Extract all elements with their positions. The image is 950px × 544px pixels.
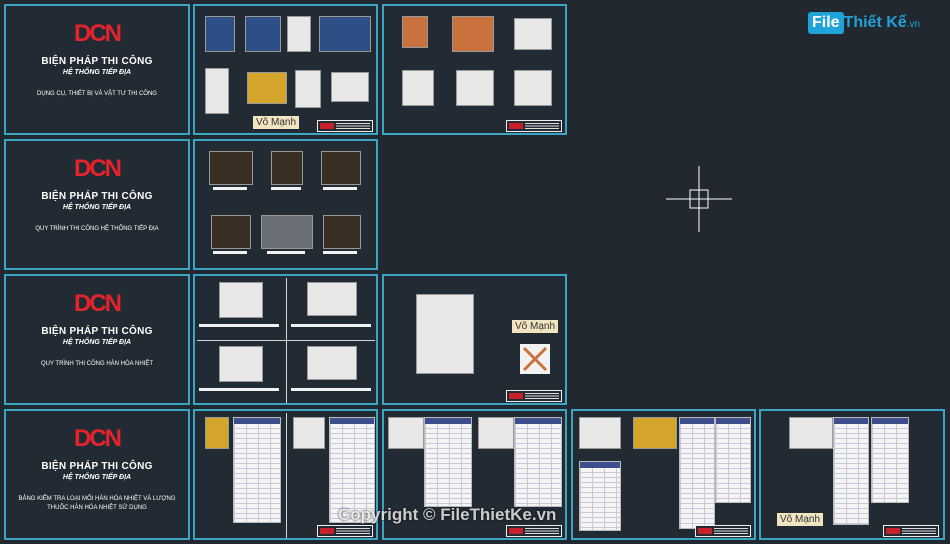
tool-photo [287,16,311,52]
copyright-watermark: Copyright © FileThietKe.vn [338,505,557,524]
sheet-title: BIỆN PHÁP THI CÔNG [41,326,153,337]
tool-photo [205,68,229,114]
weld-step-photo [219,346,263,382]
process-photo [271,151,303,185]
step-caption [291,324,371,327]
material-photo [452,16,494,52]
weld-table [579,461,621,531]
title-block [695,525,751,537]
photo-caption [213,251,247,254]
dcn-logo: DCN [74,155,122,182]
photo-caption [213,187,247,190]
weld-type-photo [789,417,833,449]
step-caption [199,388,279,391]
title-block [506,525,562,537]
weld-table [833,417,869,525]
photo-caption [271,187,301,190]
process-photo [261,215,313,249]
weld-type-photo [293,417,325,449]
process-photo [209,151,253,185]
weld-type-photo [478,417,514,449]
materials-sheet[interactable] [382,4,567,135]
material-photo [402,70,434,106]
photo-caption [267,251,305,254]
material-photo [514,70,552,106]
grid-divider [197,340,375,341]
author-tag: Võ Mạnh [512,320,559,333]
title-block [506,120,562,132]
sheet-title: BIỆN PHÁP THI CÔNG [41,191,153,202]
sheet-subtitle: HỆ THỐNG TIẾP ĐỊA [62,204,132,211]
tool-photo [331,72,369,102]
process-photo [211,215,251,249]
step-caption [291,388,371,391]
tool-photo [319,16,371,52]
title-sheet-2[interactable]: DCN BIỆN PHÁP THI CÔNG HỆ THỐNG TIẾP ĐỊA… [4,139,190,270]
brand-text: Thiết Kế [843,14,907,31]
author-tag: Võ Mạnh [777,513,824,526]
title-block [883,525,939,537]
mold-diagram [416,294,474,374]
tool-photo [247,72,287,104]
sheet-desc: BẢNG KIỂM TRA LOẠI MỐI HÀN HÓA NHIỆT VÀ … [18,496,176,511]
tool-photo [245,16,281,52]
weld-table [715,417,751,503]
material-photo [514,18,552,50]
brand-box: File [808,12,844,34]
sheet-subtitle: HỆ THỐNG TIẾP ĐỊA [62,474,132,481]
title-sheet-1[interactable]: DCN BIỆN PHÁP THI CÔNG HỆ THỐNG TIẾP ĐỊA… [4,4,190,135]
welding-steps-sheet[interactable] [193,274,378,405]
title-block [317,525,373,537]
photo-caption [323,187,357,190]
brand-logo: File Thiết Kế.vn [808,12,920,34]
brand-suffix: .vn [906,19,921,30]
step-caption [199,324,279,327]
weld-type-photo [633,417,677,449]
photo-caption [323,251,357,254]
weld-step-photo [219,282,263,318]
process-photo [321,151,361,185]
weld-table [514,417,562,507]
dcn-logo: DCN [74,290,122,317]
author-tag: Võ Mạnh [253,116,300,129]
material-photo [456,70,494,106]
weld-step-photo [307,282,357,316]
title-block [317,120,373,132]
grid-divider [286,413,287,538]
weld-table [871,417,909,503]
weld-table [233,417,281,523]
weld-type-photo [579,417,621,449]
sheet-desc: QUY TRÌNH THI CÔNG HỆ THỐNG TIẾP ĐỊA [35,226,159,232]
process-photo [323,215,361,249]
title-sheet-4[interactable]: DCN BIỆN PHÁP THI CÔNG HỆ THỐNG TIẾP ĐỊA… [4,409,190,540]
weld-table [679,417,715,529]
weld-table-sheet-4[interactable]: Võ Mạnh [759,409,945,540]
title-sheet-3[interactable]: DCN BIỆN PHÁP THI CÔNG HỆ THỐNG TIẾP ĐỊA… [4,274,190,405]
tools-sheet[interactable]: Võ Mạnh [193,4,378,135]
dcn-logo: DCN [74,20,122,47]
sheet-subtitle: HỆ THỐNG TIẾP ĐỊA [62,69,132,76]
weld-table [424,417,472,507]
weld-step-photo [307,346,357,380]
sheet-subtitle: HỆ THỐNG TIẾP ĐỊA [62,339,132,346]
x-connector-icon [520,344,550,374]
tool-photo [295,70,321,108]
sheet-title: BIỆN PHÁP THI CÔNG [41,461,153,472]
process-sheet[interactable] [193,139,378,270]
sheet-desc: DỤNG CỤ, THIẾT BỊ VÀ VẬT TƯ THI CÔNG [37,91,157,97]
weld-type-photo [388,417,424,449]
dcn-logo: DCN [74,425,122,452]
weld-type-photo [205,417,229,449]
material-photo [402,16,428,48]
mold-diagram-sheet[interactable]: Võ Mạnh [382,274,567,405]
sheet-desc: QUY TRÌNH THI CÔNG HÀN HÓA NHIỆT [40,361,153,367]
sheet-title: BIỆN PHÁP THI CÔNG [41,56,153,67]
weld-table-sheet-3[interactable] [571,409,756,540]
tool-photo [205,16,235,52]
title-block [506,390,562,402]
crosshair-icon [666,166,732,232]
